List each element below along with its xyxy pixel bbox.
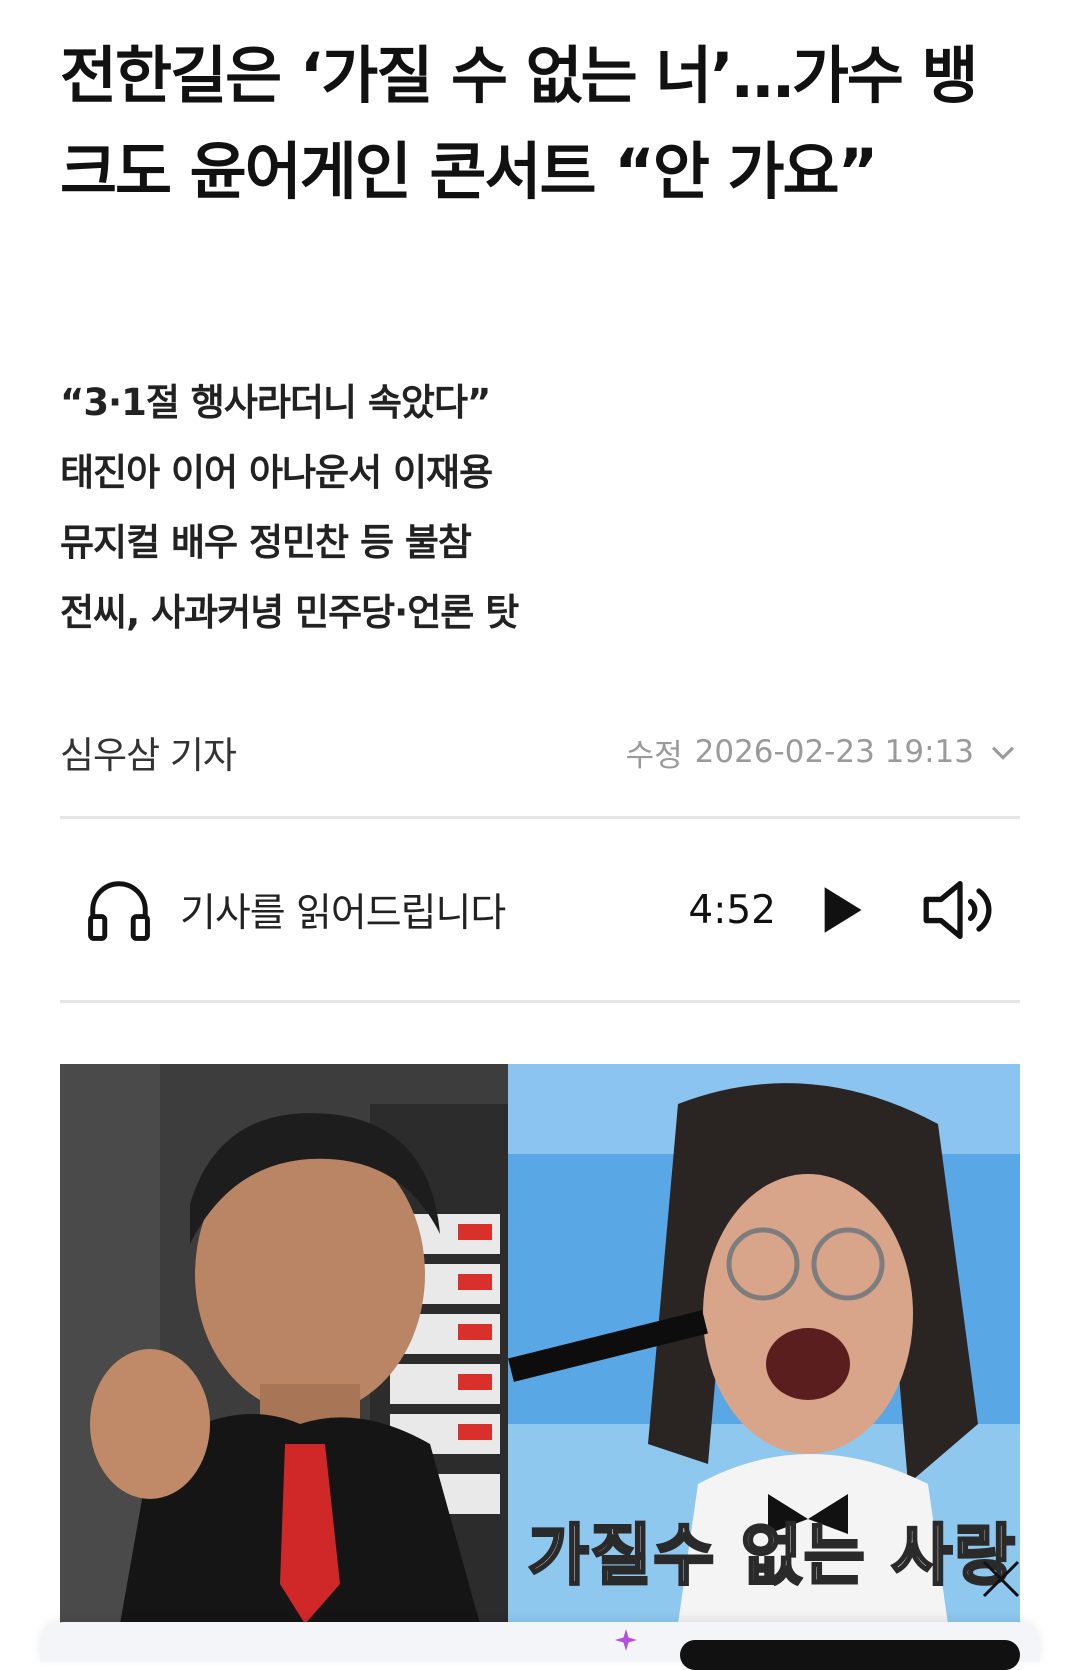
close-icon[interactable] (976, 1554, 1026, 1604)
chevron-down-icon (991, 746, 1015, 760)
subheadline-4: 전씨, 사과커녕 민주당·언론 탓 (60, 591, 519, 634)
author-name: 심우삼 기자 (60, 734, 237, 777)
article-photo[interactable]: 가질수 없는 사랑 (60, 1064, 1020, 1624)
bottom-action-pill[interactable] (680, 1640, 1020, 1670)
headphones-icon (88, 881, 150, 941)
modified-label: 수정 (625, 737, 683, 774)
article-headline: 전한길은 ‘가질 수 없는 너’…가수 뱅크도 윤어게인 콘서트 “안 가요” (60, 39, 979, 208)
photo-caption-overlay: 가질수 없는 사랑 (527, 1516, 1017, 1596)
play-icon[interactable] (820, 884, 864, 936)
audio-duration: 4:52 (688, 887, 776, 933)
volume-icon[interactable] (922, 878, 998, 942)
subheadline-3: 뮤지컬 배우 정민찬 등 불참 (60, 521, 472, 564)
audio-player-label: 기사를 읽어드립니다 (180, 891, 506, 936)
divider-bottom (60, 1000, 1020, 1003)
modified-toggle[interactable]: 수정 2026-02-23 19:13 (626, 730, 1020, 775)
photo-left-panel (60, 1064, 508, 1624)
byline: 심우삼 기자 수정 2026-02-23 19:13 (60, 722, 1020, 782)
sparkle-icon (615, 1629, 637, 1651)
subheadline-1: “3·1절 행사라더니 속았다” (60, 381, 491, 424)
subheadline-list: “3·1절 행사라더니 속았다” 태진아 이어 아나운서 이재용 뮤지컬 배우 … (60, 368, 960, 648)
divider-top (60, 816, 1020, 819)
modified-datetime: 2026-02-23 19:13 (694, 734, 974, 770)
audio-player: 기사를 읽어드립니다 4:52 (60, 848, 1020, 972)
subheadline-2: 태진아 이어 아나운서 이재용 (60, 451, 493, 494)
